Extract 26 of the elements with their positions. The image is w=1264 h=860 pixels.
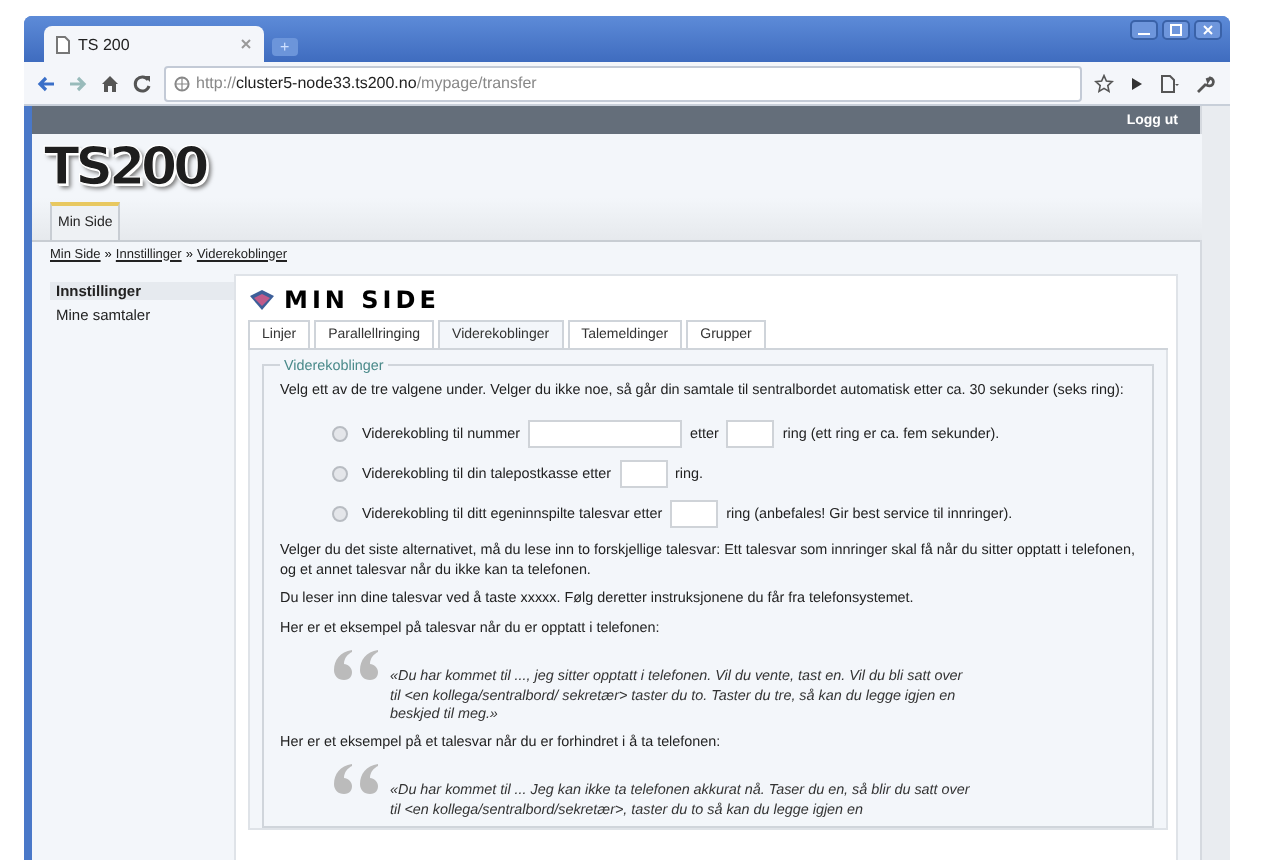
input-field[interactable] [670,500,719,528]
quote-icon [332,646,384,686]
address-bar[interactable]: http://cluster5-node33.ts200.no/mypage/transfer [164,65,1082,101]
star-icon[interactable] [1094,73,1114,93]
page-heading: MIN SIDE [284,286,440,314]
globe-icon [174,75,190,91]
logo: TS200 [44,138,209,198]
back-arrow-icon[interactable] [36,73,56,93]
browser-tab[interactable]: TS 200 [44,26,264,62]
maximize-icon[interactable] [1162,20,1190,40]
home-icon[interactable] [100,73,120,93]
close-icon[interactable] [1194,20,1222,40]
wrench-icon[interactable] [1194,73,1218,93]
scrollbar[interactable] [1200,106,1230,860]
input-field[interactable] [527,420,682,448]
input-field[interactable] [726,420,775,448]
radio-button[interactable] [332,426,348,442]
radio-button[interactable] [332,466,348,482]
close-icon[interactable] [240,38,252,50]
minimize-icon[interactable] [1130,20,1158,40]
page-icon [56,35,70,53]
radio-button[interactable] [332,506,348,522]
input-field[interactable] [619,460,668,488]
quote-icon [332,760,384,800]
reload-icon[interactable] [132,73,152,93]
play-icon[interactable] [1126,73,1146,93]
